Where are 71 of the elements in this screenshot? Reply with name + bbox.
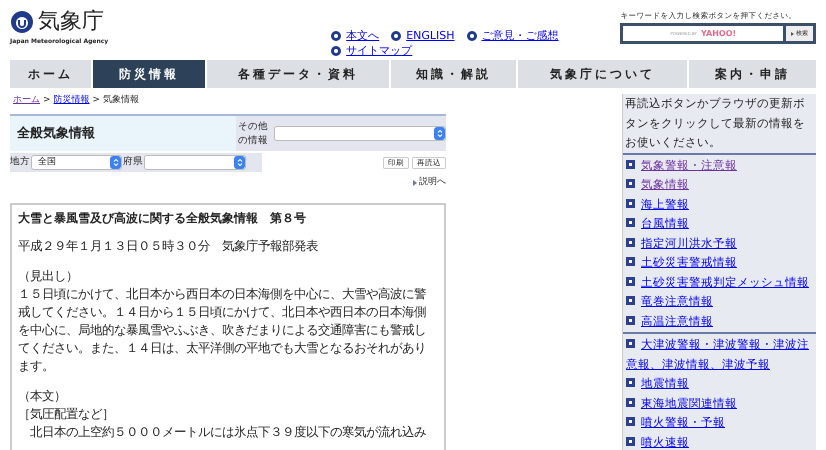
breadcrumb-separator: > [92,94,100,108]
bullet-icon [626,436,635,446]
caret-icon [791,32,794,36]
section-heading: （本文） [18,388,67,404]
header-link[interactable]: ご意見・ご感想 [482,28,559,43]
sidebar-link[interactable]: 高温注意情報 [623,312,816,331]
refresh-notice: 再読込ボタンかブラウザの更新ボタンをクリックして最新の情報をお使いください。 [623,94,816,154]
dropdown-icon [110,156,121,169]
header-link[interactable]: サイトマップ [346,43,412,58]
sidebar-link[interactable]: 噴火警報・予報 [623,413,816,432]
bullet-icon [626,238,635,247]
sidebar-link[interactable]: 土砂災害警戒情報 [623,253,816,272]
issued-text: 平成２９年１月１３日０５時３０分 気象庁予報部発表 [18,238,319,254]
filter-label: 府県 [123,155,143,170]
nav-tab[interactable]: 各種データ・資料 [206,60,390,88]
bullet-icon [626,398,635,407]
breadcrumb-link[interactable]: 防災情報 [54,94,90,108]
filter-select[interactable] [144,155,246,170]
filter-select[interactable]: 全国 [31,155,122,170]
bullet-icon [626,276,635,286]
bullet-icon [626,257,635,266]
page-title: 全般気象情報 [16,124,95,143]
sidebar-link[interactable]: 東海地震関連情報 [623,394,816,413]
help-link[interactable]: 説明へ [419,176,446,190]
dropdown-icon [434,127,445,140]
bullet-icon [466,30,477,40]
sidebar-link[interactable]: 海上警報 [623,194,816,214]
sidebar-link[interactable]: 気象情報 [623,175,816,194]
header-link[interactable]: 本文へ [346,28,380,43]
filter-label: 地方 [10,155,30,170]
bullet-icon [626,316,635,325]
bullet-icon [626,378,635,388]
bullet-icon [626,296,635,306]
nav-tab[interactable]: 案内・申請 [688,60,816,88]
header-link[interactable]: ENGLISH [406,28,455,43]
other-info-select[interactable] [274,126,446,141]
bullet-icon [331,46,342,56]
other-info-label: その他の情報 [238,120,269,148]
bullet-icon [331,30,342,40]
breadcrumb-separator: > [43,94,51,108]
sidebar-link[interactable]: 土砂災害警戒判定メッシュ情報 [623,272,816,292]
bullet-icon [626,160,635,169]
bulletin-paragraph: 北日本の上空約５０００メートルには氷点下３９度以下の寒気が流れ込み [29,424,427,440]
nav-tab[interactable]: 気象庁について [518,60,687,88]
sidebar-link[interactable]: 大津波警報・津波警報・津波注意報、津波情報、津波予報 [623,335,816,374]
sidebar-link[interactable]: 噴火速報 [623,432,816,450]
nav-tab[interactable]: 防災情報 [93,60,205,88]
brand-text: YAHOO! [700,28,736,40]
breadcrumb-current: 気象情報 [103,94,140,108]
sidebar-link[interactable]: 指定河川洪水予報 [623,234,816,253]
sidebar-link[interactable]: 気象警報・注意報 [623,156,816,175]
bulletin-paragraph: １５日頃にかけて、北日本から西日本の日本海側を中心に、大雪や高波に警戒してください。１４日から１５日頃にかけて、北日本や西日本の日本海側を中心に、局地的な暴風雪やふぶき、吹きだまりによる交通障害にも警戒してください。また、１４日は、太平洋側の平地でも大雪となるおそれがあります。 [18,286,427,374]
sidebar-link[interactable]: 地震情報 [623,374,816,394]
section-heading: （見出し） [18,268,79,284]
sidebar-link[interactable]: 竜巻注意情報 [623,292,816,312]
bulletin-title: 大雪と暴風雪及び高波に関する全般気象情報 第８号 [18,210,307,226]
breadcrumb-link[interactable]: ホーム [13,94,40,108]
arrow-icon [413,180,417,186]
nav-tab[interactable]: ホーム [10,60,92,88]
logo-text: 気象庁 [38,11,104,33]
bullet-icon [626,198,635,208]
bullet-icon [626,179,635,188]
bullet-icon [626,417,635,426]
logo-icon [10,10,34,34]
bullet-icon [391,30,402,40]
sidebar-link[interactable]: 台風情報 [623,214,816,234]
nav-tab[interactable]: 知識・解説 [391,60,516,88]
dropdown-icon [234,156,245,169]
bullet-icon [626,218,635,228]
bulletin-paragraph: ［気圧配置など］ [18,406,115,422]
bullet-icon [626,339,635,348]
